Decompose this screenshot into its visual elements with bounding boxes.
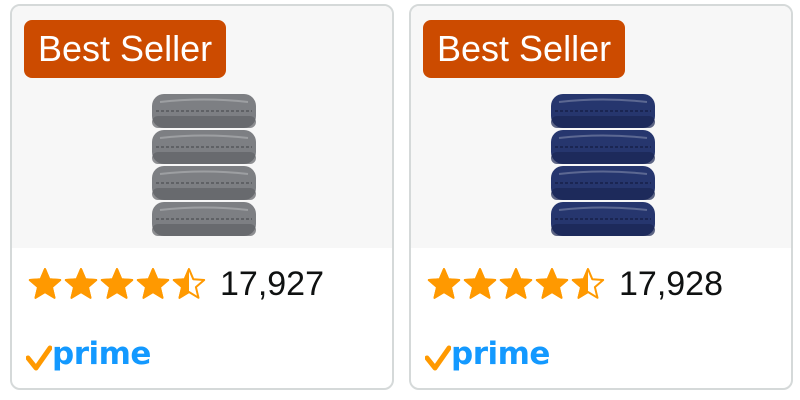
best-seller-badge: Best Seller — [423, 20, 626, 78]
star-rating[interactable] — [28, 267, 206, 301]
review-count[interactable]: 17,927 — [220, 262, 324, 306]
rating-row[interactable]: 17,928 — [427, 262, 723, 306]
product-image-area[interactable]: Best Seller — [411, 6, 791, 248]
star-half-icon — [172, 268, 206, 299]
product-card[interactable]: Best Seller 17,928 prime — [409, 4, 793, 390]
towel-stack — [551, 94, 655, 236]
prime-check-icon — [26, 345, 52, 371]
star-full-icon — [427, 268, 461, 299]
product-card[interactable]: Best Seller 17,927 prime — [10, 4, 394, 390]
prime-label: prime — [52, 336, 151, 372]
star-full-icon — [100, 268, 134, 299]
rating-row[interactable]: 17,927 — [28, 262, 324, 306]
star-full-icon — [28, 268, 62, 299]
star-full-icon — [136, 268, 170, 299]
prime-check-icon — [425, 345, 451, 371]
star-full-icon — [64, 268, 98, 299]
towel-stack — [152, 94, 256, 236]
star-full-icon — [499, 268, 533, 299]
star-full-icon — [463, 268, 497, 299]
review-count[interactable]: 17,928 — [619, 262, 723, 306]
prime-badge: prime — [425, 334, 550, 374]
star-full-icon — [535, 268, 569, 299]
product-grid: Best Seller 17,927 prime Best Seller 17,… — [0, 0, 800, 400]
product-image[interactable] — [146, 90, 262, 238]
product-image-area[interactable]: Best Seller — [12, 6, 392, 248]
product-image[interactable] — [545, 90, 661, 238]
star-rating[interactable] — [427, 267, 605, 301]
star-half-icon — [571, 268, 605, 299]
prime-label: prime — [451, 336, 550, 372]
best-seller-badge: Best Seller — [24, 20, 227, 78]
prime-badge: prime — [26, 334, 151, 374]
